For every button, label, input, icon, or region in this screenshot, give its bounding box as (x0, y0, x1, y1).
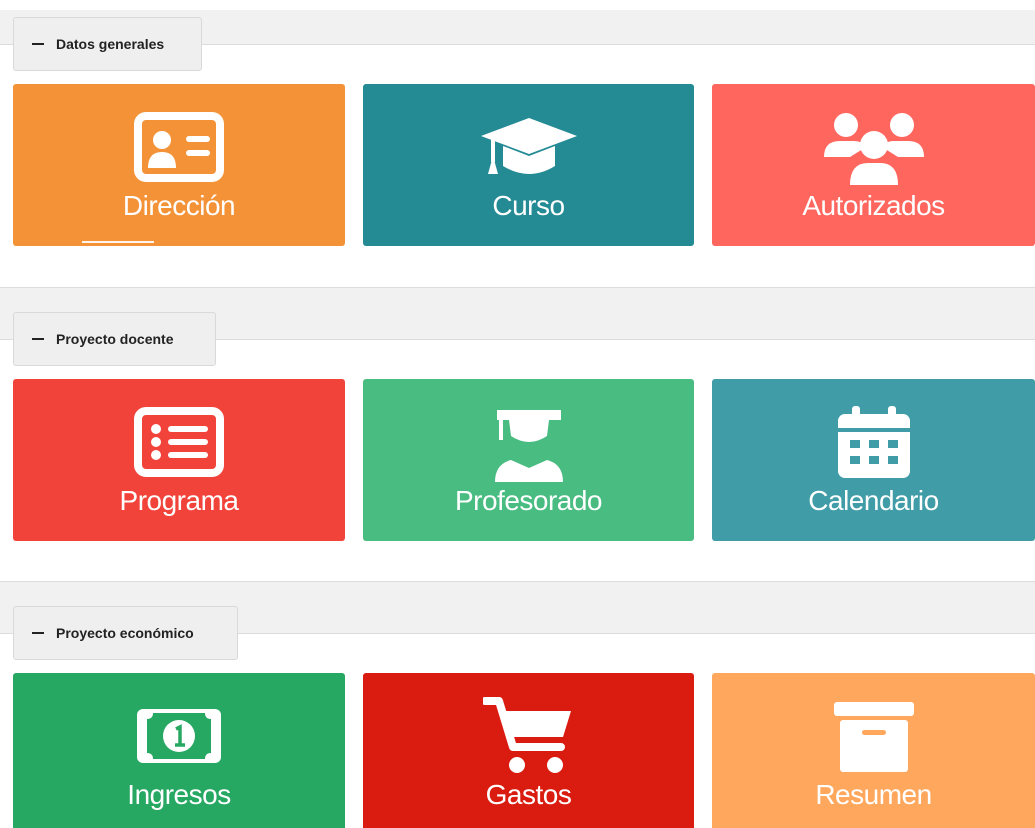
legend-proyecto-docente[interactable]: Proyecto docente (13, 312, 216, 366)
tile-label: Ingresos (127, 779, 231, 810)
collapse-minus-icon (32, 338, 44, 340)
tile-resumen[interactable]: Resumen (712, 673, 1035, 828)
tile-programa[interactable]: Programa (13, 379, 345, 541)
legend-label: Proyecto económico (56, 625, 194, 641)
tile-label: Autorizados (802, 190, 945, 221)
legend-label: Proyecto docente (56, 331, 174, 347)
tile-gastos[interactable]: Gastos (363, 673, 694, 828)
shopping-cart-icon (482, 695, 575, 777)
dashboard-page: Datos generales Dirección Curso Autoriza… (0, 0, 1035, 828)
archive-box-icon (832, 695, 916, 777)
legend-datos-generales[interactable]: Datos generales (13, 17, 202, 71)
tile-label: Calendario (808, 485, 939, 516)
calendar-icon (836, 401, 912, 483)
tile-autorizados[interactable]: Autorizados (712, 84, 1035, 246)
users-icon (822, 106, 926, 188)
id-card-icon (134, 106, 224, 188)
tile-calendario[interactable]: Calendario (712, 379, 1035, 541)
tile-curso[interactable]: Curso (363, 84, 694, 246)
tile-label: Programa (119, 485, 239, 516)
tile-ingresos[interactable]: Ingresos (13, 673, 345, 828)
graduation-cap-icon (477, 106, 581, 188)
tile-label: Gastos (485, 779, 572, 810)
collapse-minus-icon (32, 43, 44, 45)
collapse-minus-icon (32, 632, 44, 634)
legend-label: Datos generales (56, 36, 165, 52)
legend-proyecto-economico[interactable]: Proyecto económico (13, 606, 238, 660)
list-alt-icon (134, 401, 224, 483)
user-graduate-icon (489, 401, 569, 483)
tile-label: Dirección (122, 190, 236, 221)
tile-label: Curso (492, 190, 565, 221)
tile-decoration (82, 241, 154, 243)
tile-label: Profesorado (454, 485, 603, 516)
money-bill-icon (133, 695, 225, 777)
tile-direccion[interactable]: Dirección (13, 84, 345, 246)
tile-label: Resumen (815, 779, 932, 810)
tile-profesorado[interactable]: Profesorado (363, 379, 694, 541)
